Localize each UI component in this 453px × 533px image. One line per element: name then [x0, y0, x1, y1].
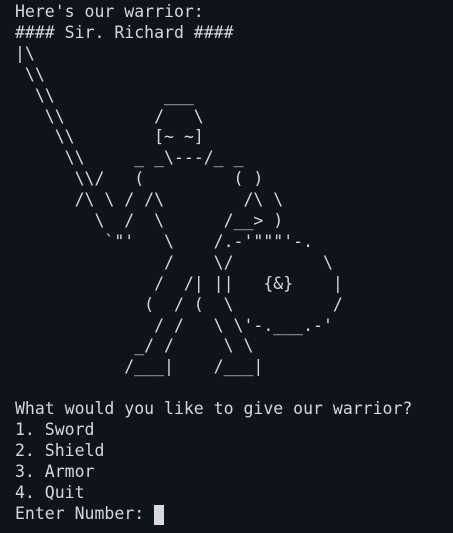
text-cursor[interactable]: [154, 504, 165, 525]
option-armor: 3. Armor: [15, 461, 95, 481]
question-line: What would you like to give our warrior?: [15, 399, 413, 419]
input-prompt-label: Enter Number:: [15, 503, 155, 523]
terminal-window[interactable]: Here's our warrior: #### Sir. Richard ##…: [15, 2, 445, 527]
option-shield: 2. Shield: [15, 440, 105, 460]
intro-line: Here's our warrior:: [15, 2, 204, 21]
warrior-ascii-art: |\ \\ \\ ___ \\ / \ \\ [~ ~] \\ _ _\---/…: [15, 43, 343, 377]
warrior-title: #### Sir. Richard ####: [15, 22, 234, 42]
option-sword: 1. Sword: [15, 420, 95, 440]
input-prompt-line[interactable]: Enter Number:: [15, 504, 445, 525]
option-quit: 4. Quit: [15, 482, 85, 502]
